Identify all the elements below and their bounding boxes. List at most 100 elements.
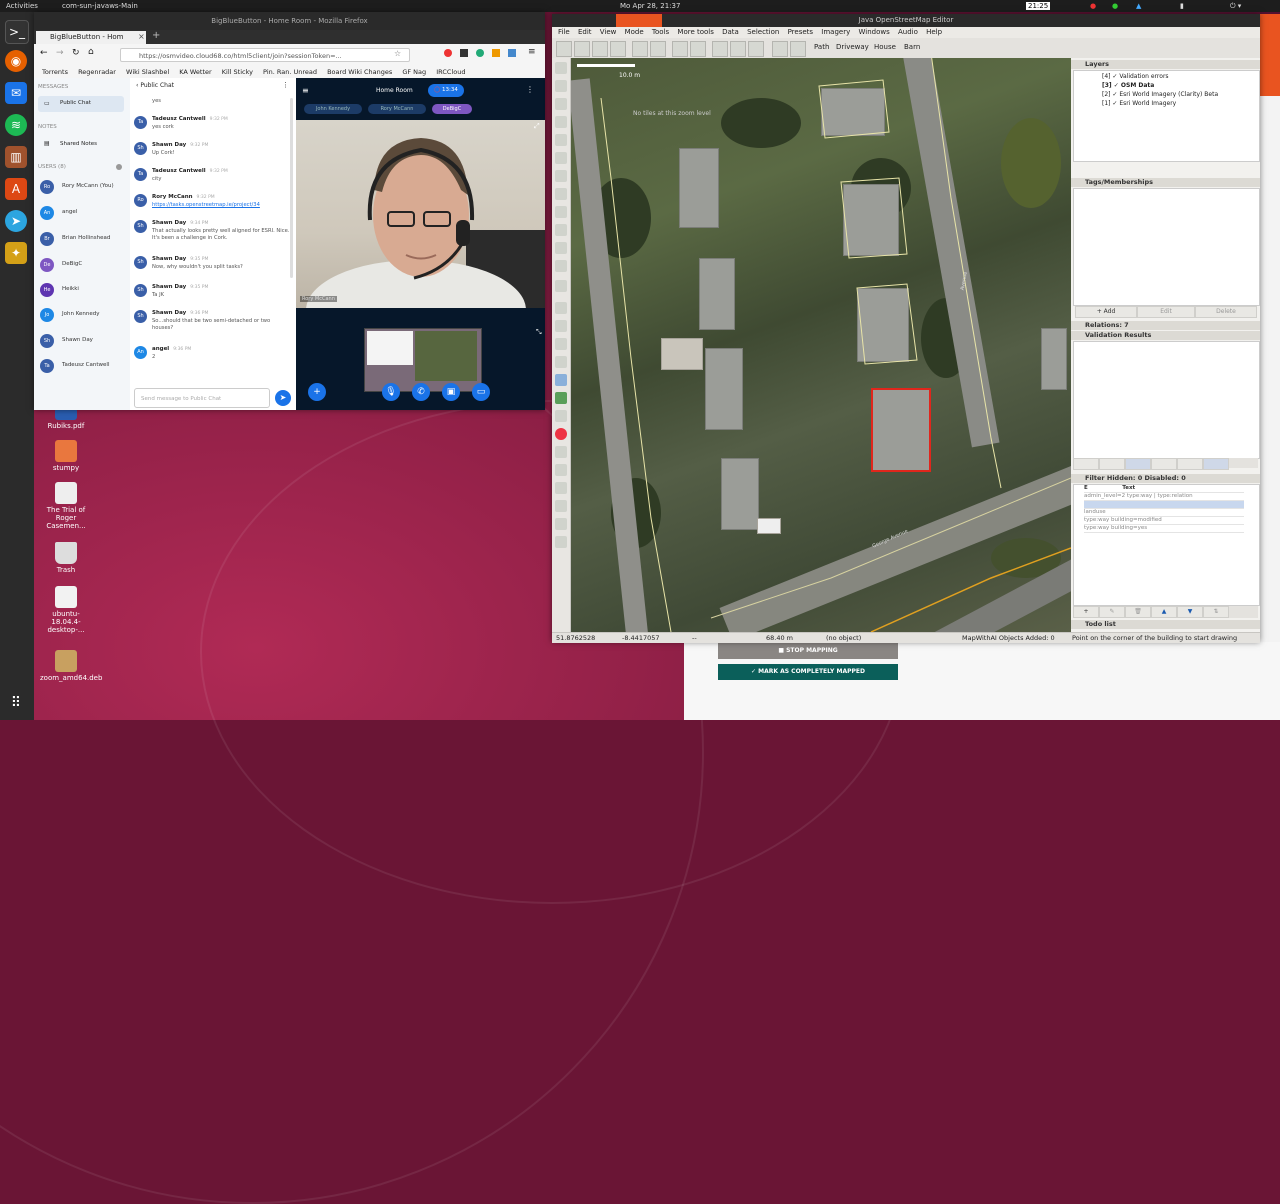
ublock-icon[interactable] [444, 49, 452, 57]
josm-icon[interactable]: ✦ [5, 242, 27, 264]
menu-icon[interactable]: ≡ [528, 47, 536, 57]
download-icon[interactable] [592, 41, 608, 57]
extension-icon[interactable] [476, 49, 484, 57]
upload-icon[interactable] [610, 41, 626, 57]
new-tab-icon[interactable]: + [152, 30, 160, 41]
select-mode-icon[interactable] [555, 62, 567, 74]
extension-icon[interactable] [460, 49, 468, 57]
menu-file[interactable]: File [558, 28, 570, 36]
bookmark-item[interactable]: IRCCloud [436, 68, 465, 76]
bookmark-item[interactable]: Pin. Ran. Unread [263, 68, 317, 76]
user-row[interactable]: Br Brian Hollinshead [40, 230, 128, 248]
building-tool-icon[interactable] [772, 41, 788, 57]
relation-icon[interactable] [555, 374, 567, 386]
tag-add-button[interactable]: + Add [1075, 306, 1137, 318]
user-row[interactable]: De DeBigC [40, 256, 128, 274]
desktop-icon-zoom-deb[interactable]: zoom_amd64.deb [40, 650, 102, 682]
tag-delete-button[interactable]: Delete [1195, 306, 1257, 318]
actions-plus-button[interactable]: + [308, 383, 326, 401]
expand-toolbar-icon[interactable] [555, 280, 567, 292]
todo-icon[interactable] [555, 482, 567, 494]
layer-row[interactable]: [3] ✓ OSM Data [1102, 82, 1154, 89]
chat-header[interactable]: ‹ Public Chat [136, 82, 174, 89]
desktop-icon-rubiks[interactable]: Rubiks.pdf [40, 408, 92, 430]
menu-help[interactable]: Help [926, 28, 942, 36]
close-tab-icon[interactable]: × [138, 32, 145, 41]
preset-driveway[interactable]: Driveway [836, 43, 869, 51]
menu-mode[interactable]: Mode [625, 28, 644, 36]
terminal-icon[interactable]: >_ [5, 20, 29, 44]
validation-validate-button[interactable] [1125, 458, 1151, 470]
desktop-icon-stumpy[interactable]: stumpy [40, 440, 92, 472]
system-menu-icon[interactable]: ⏻ ▾ [1230, 0, 1241, 12]
lasso-icon[interactable] [555, 80, 567, 92]
filter-row[interactable]: landuse [1084, 509, 1244, 517]
imagery-offset-icon[interactable] [748, 41, 764, 57]
validation-ignore-button[interactable] [1177, 458, 1203, 470]
layer-row[interactable]: [1] ✓ Esri World Imagery [1102, 100, 1176, 107]
save-icon[interactable] [574, 41, 590, 57]
desktop-icon-trash[interactable]: Trash [40, 542, 92, 574]
circle-icon[interactable] [555, 224, 567, 236]
menu-imagery[interactable]: Imagery [821, 28, 850, 36]
message-link[interactable]: https://tasks.openstreetmap.ie/project/3… [152, 202, 290, 209]
validation-more-button[interactable] [1203, 458, 1229, 470]
menu-selection[interactable]: Selection [747, 28, 779, 36]
workspace-indicator[interactable]: 21:25 [1026, 2, 1051, 10]
webcam-video[interactable]: Rory McCann ⤢ [296, 120, 545, 308]
extension-icon[interactable] [508, 49, 516, 57]
hamburger-icon[interactable]: ≡ [302, 86, 309, 95]
extrude-mode-icon[interactable] [555, 170, 567, 182]
firefox-titlebar[interactable]: BigBlueButton - Home Room - Mozilla Fire… [34, 12, 545, 30]
talker-chip[interactable]: Rory McCann [368, 104, 426, 114]
expand-dialogs-icon[interactable] [555, 536, 567, 548]
mark-completed-button[interactable]: ✓ MARK AS COMPLETELY MAPPED [718, 664, 898, 680]
filter-down-button[interactable]: ▼ [1177, 606, 1203, 618]
menu-data[interactable]: Data [722, 28, 739, 36]
spotify-icon[interactable]: ≋ [5, 114, 27, 136]
bookmark-star-icon[interactable]: ☆ [394, 49, 401, 58]
conflation-icon[interactable] [555, 518, 567, 530]
record-icon[interactable]: ● [1090, 0, 1096, 12]
layers-toggle-icon[interactable] [555, 302, 567, 314]
location-pin-icon[interactable] [555, 428, 567, 440]
menu-windows[interactable]: Windows [858, 28, 889, 36]
chat-scrollbar[interactable] [290, 98, 293, 278]
bookmark-item[interactable]: Torrents [42, 68, 68, 76]
menu-audio[interactable]: Audio [898, 28, 918, 36]
redo-icon[interactable] [650, 41, 666, 57]
filter-up-button[interactable]: ▲ [1151, 606, 1177, 618]
filter-edit-button[interactable]: ✎ [1099, 606, 1125, 618]
layer-row[interactable]: [2] ✓ Esri World Imagery (Clarity) Beta [1102, 91, 1218, 98]
check-icon[interactable]: ● [1112, 0, 1118, 12]
history-icon[interactable] [555, 356, 567, 368]
paste-tags-icon[interactable] [730, 41, 746, 57]
map-view[interactable]: 10.0 m No tiles at this zoom level Avenu… [571, 58, 1071, 632]
menu-view[interactable]: View [600, 28, 617, 36]
chat-message-input[interactable]: Send message to Public Chat [134, 388, 270, 408]
parallel-mode-icon[interactable] [555, 152, 567, 164]
preset-house[interactable]: House [874, 43, 896, 51]
more-options-icon[interactable]: ⋮ [282, 81, 289, 89]
public-chat-item[interactable]: ▭ Public Chat [38, 96, 124, 112]
talker-chip[interactable]: John Kennedy [304, 104, 362, 114]
network-icon[interactable]: ▲ [1136, 0, 1141, 12]
draw-buildings-icon[interactable] [555, 206, 567, 218]
zoom-icon[interactable] [672, 41, 688, 57]
window-controls[interactable] [616, 14, 662, 27]
preferences-icon[interactable] [690, 41, 706, 57]
bookmark-item[interactable]: Wiki Slashbel [126, 68, 169, 76]
webcam-button[interactable]: ▣ [442, 383, 460, 401]
fullscreen-icon[interactable]: ⤢ [534, 122, 540, 131]
menu-presets[interactable]: Presets [788, 28, 813, 36]
user-row[interactable]: Jo John Kennedy [40, 306, 128, 324]
validation-fix-button[interactable] [1151, 458, 1177, 470]
layers-panel-header[interactable]: Layers [1071, 60, 1260, 69]
url-bar[interactable]: https://osmvideo.cloud68.co/html5client/… [120, 48, 410, 62]
todo-panel-header[interactable]: Todo list [1071, 620, 1260, 629]
preset-path[interactable]: Path [814, 43, 829, 51]
minimize-presentation-icon[interactable]: ⤡ [536, 328, 542, 337]
split-way-icon[interactable] [555, 242, 567, 254]
send-button[interactable]: ➤ [275, 390, 291, 406]
back-icon[interactable]: ← [40, 48, 48, 58]
